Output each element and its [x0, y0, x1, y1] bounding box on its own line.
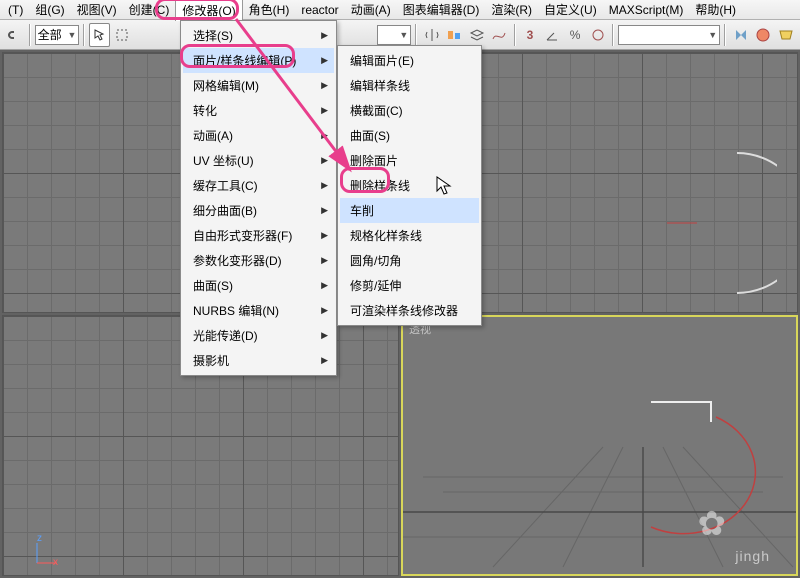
menu-t[interactable]: (T) [2, 1, 29, 19]
menu-help[interactable]: 帮助(H) [689, 0, 742, 20]
menu-item-subdiv[interactable]: 细分曲面(B)▶ [183, 198, 334, 223]
material-editor-icon[interactable] [753, 23, 774, 47]
submenu-item-fillet-chamfer[interactable]: 圆角/切角 [340, 248, 479, 273]
viewport-perspective[interactable]: 透视 ✿ jingh [401, 315, 798, 576]
submenu-item-normalize-spline[interactable]: 规格化样条线 [340, 223, 479, 248]
menu-customize[interactable]: 自定义(U) [538, 0, 603, 20]
menu-modifiers[interactable]: 修改器(O) [175, 0, 242, 21]
layer-icon[interactable] [466, 23, 487, 47]
snap-angle-icon[interactable] [542, 23, 563, 47]
menu-character[interactable]: 角色(H) [243, 0, 296, 20]
menu-reactor[interactable]: reactor [295, 1, 344, 19]
render-icon[interactable] [775, 23, 796, 47]
menu-item-mesh-edit[interactable]: 网格编辑(M)▶ [183, 73, 334, 98]
menu-item-surface[interactable]: 曲面(S)▶ [183, 273, 334, 298]
submenu-item-cross-section[interactable]: 横截面(C) [340, 98, 479, 123]
menu-view[interactable]: 视图(V) [71, 0, 123, 20]
modifiers-menu: 选择(S)▶ 面片/样条线编辑(P)▶ 网格编辑(M)▶ 转化▶ 动画(A)▶ … [180, 20, 337, 376]
patch-spline-submenu: 编辑面片(E) 编辑样条线 横截面(C) 曲面(S) 删除面片 删除样条线 车削… [337, 45, 482, 326]
menu-graph[interactable]: 图表编辑器(D) [397, 0, 486, 20]
mirror-icon[interactable] [421, 23, 442, 47]
named-selection-dropdown[interactable]: ▼ [377, 25, 412, 45]
menu-anim[interactable]: 动画(A) [345, 0, 397, 20]
menu-item-animation[interactable]: 动画(A)▶ [183, 123, 334, 148]
select-cursor-icon[interactable] [89, 23, 110, 47]
menu-item-selection[interactable]: 选择(S)▶ [183, 23, 334, 48]
menu-item-parametric[interactable]: 参数化变形器(D)▶ [183, 248, 334, 273]
mirror-tool-icon[interactable] [730, 23, 751, 47]
menu-group[interactable]: 组(G) [29, 0, 70, 20]
submenu-item-surface[interactable]: 曲面(S) [340, 123, 479, 148]
menu-maxscript[interactable]: MAXScript(M) [603, 1, 690, 19]
watermark-flower-icon: ✿ [698, 504, 727, 544]
menu-item-nurbs[interactable]: NURBS 编辑(N)▶ [183, 298, 334, 323]
menu-item-cameras[interactable]: 摄影机▶ [183, 348, 334, 373]
menu-create[interactable]: 创建(C) [123, 0, 176, 20]
menu-item-patch-spline[interactable]: 面片/样条线编辑(P)▶ [183, 48, 334, 73]
selection-filter-dropdown[interactable]: 全部▼ [35, 25, 80, 45]
menu-item-convert[interactable]: 转化▶ [183, 98, 334, 123]
watermark-text: jingh [735, 548, 770, 564]
curve-editor-icon[interactable] [489, 23, 510, 47]
link-icon[interactable] [4, 23, 25, 47]
submenu-item-lathe[interactable]: 车削 [340, 198, 479, 223]
submenu-item-edit-patch[interactable]: 编辑面片(E) [340, 48, 479, 73]
menu-item-cache[interactable]: 缓存工具(C)▶ [183, 173, 334, 198]
menu-render[interactable]: 渲染(R) [485, 0, 538, 20]
submenu-item-renderable-spline[interactable]: 可渲染样条线修改器 [340, 298, 479, 323]
menu-item-radiosity[interactable]: 光能传递(D)▶ [183, 323, 334, 348]
submenu-item-edit-spline[interactable]: 编辑样条线 [340, 73, 479, 98]
menu-bar: (T) 组(G) 视图(V) 创建(C) 修改器(O) 角色(H) reacto… [0, 0, 800, 20]
menu-item-uv[interactable]: UV 坐标(U)▶ [183, 148, 334, 173]
menu-item-ffd[interactable]: 自由形式变形器(F)▶ [183, 223, 334, 248]
axis-gizmo-icon: zx [31, 539, 61, 569]
named-sets-dropdown[interactable]: ▼ [618, 25, 720, 45]
align-icon[interactable] [444, 23, 465, 47]
select-rect-icon[interactable] [112, 23, 133, 47]
submenu-item-delete-patch[interactable]: 删除面片 [340, 148, 479, 173]
snap-percent-icon[interactable]: % [565, 23, 586, 47]
submenu-item-delete-spline[interactable]: 删除样条线 [340, 173, 479, 198]
snap-3-icon[interactable]: 3 [520, 23, 541, 47]
selection-filter-value: 全部 [38, 26, 62, 43]
snap-toggle-icon[interactable] [587, 23, 608, 47]
submenu-item-trim-extend[interactable]: 修剪/延伸 [340, 273, 479, 298]
